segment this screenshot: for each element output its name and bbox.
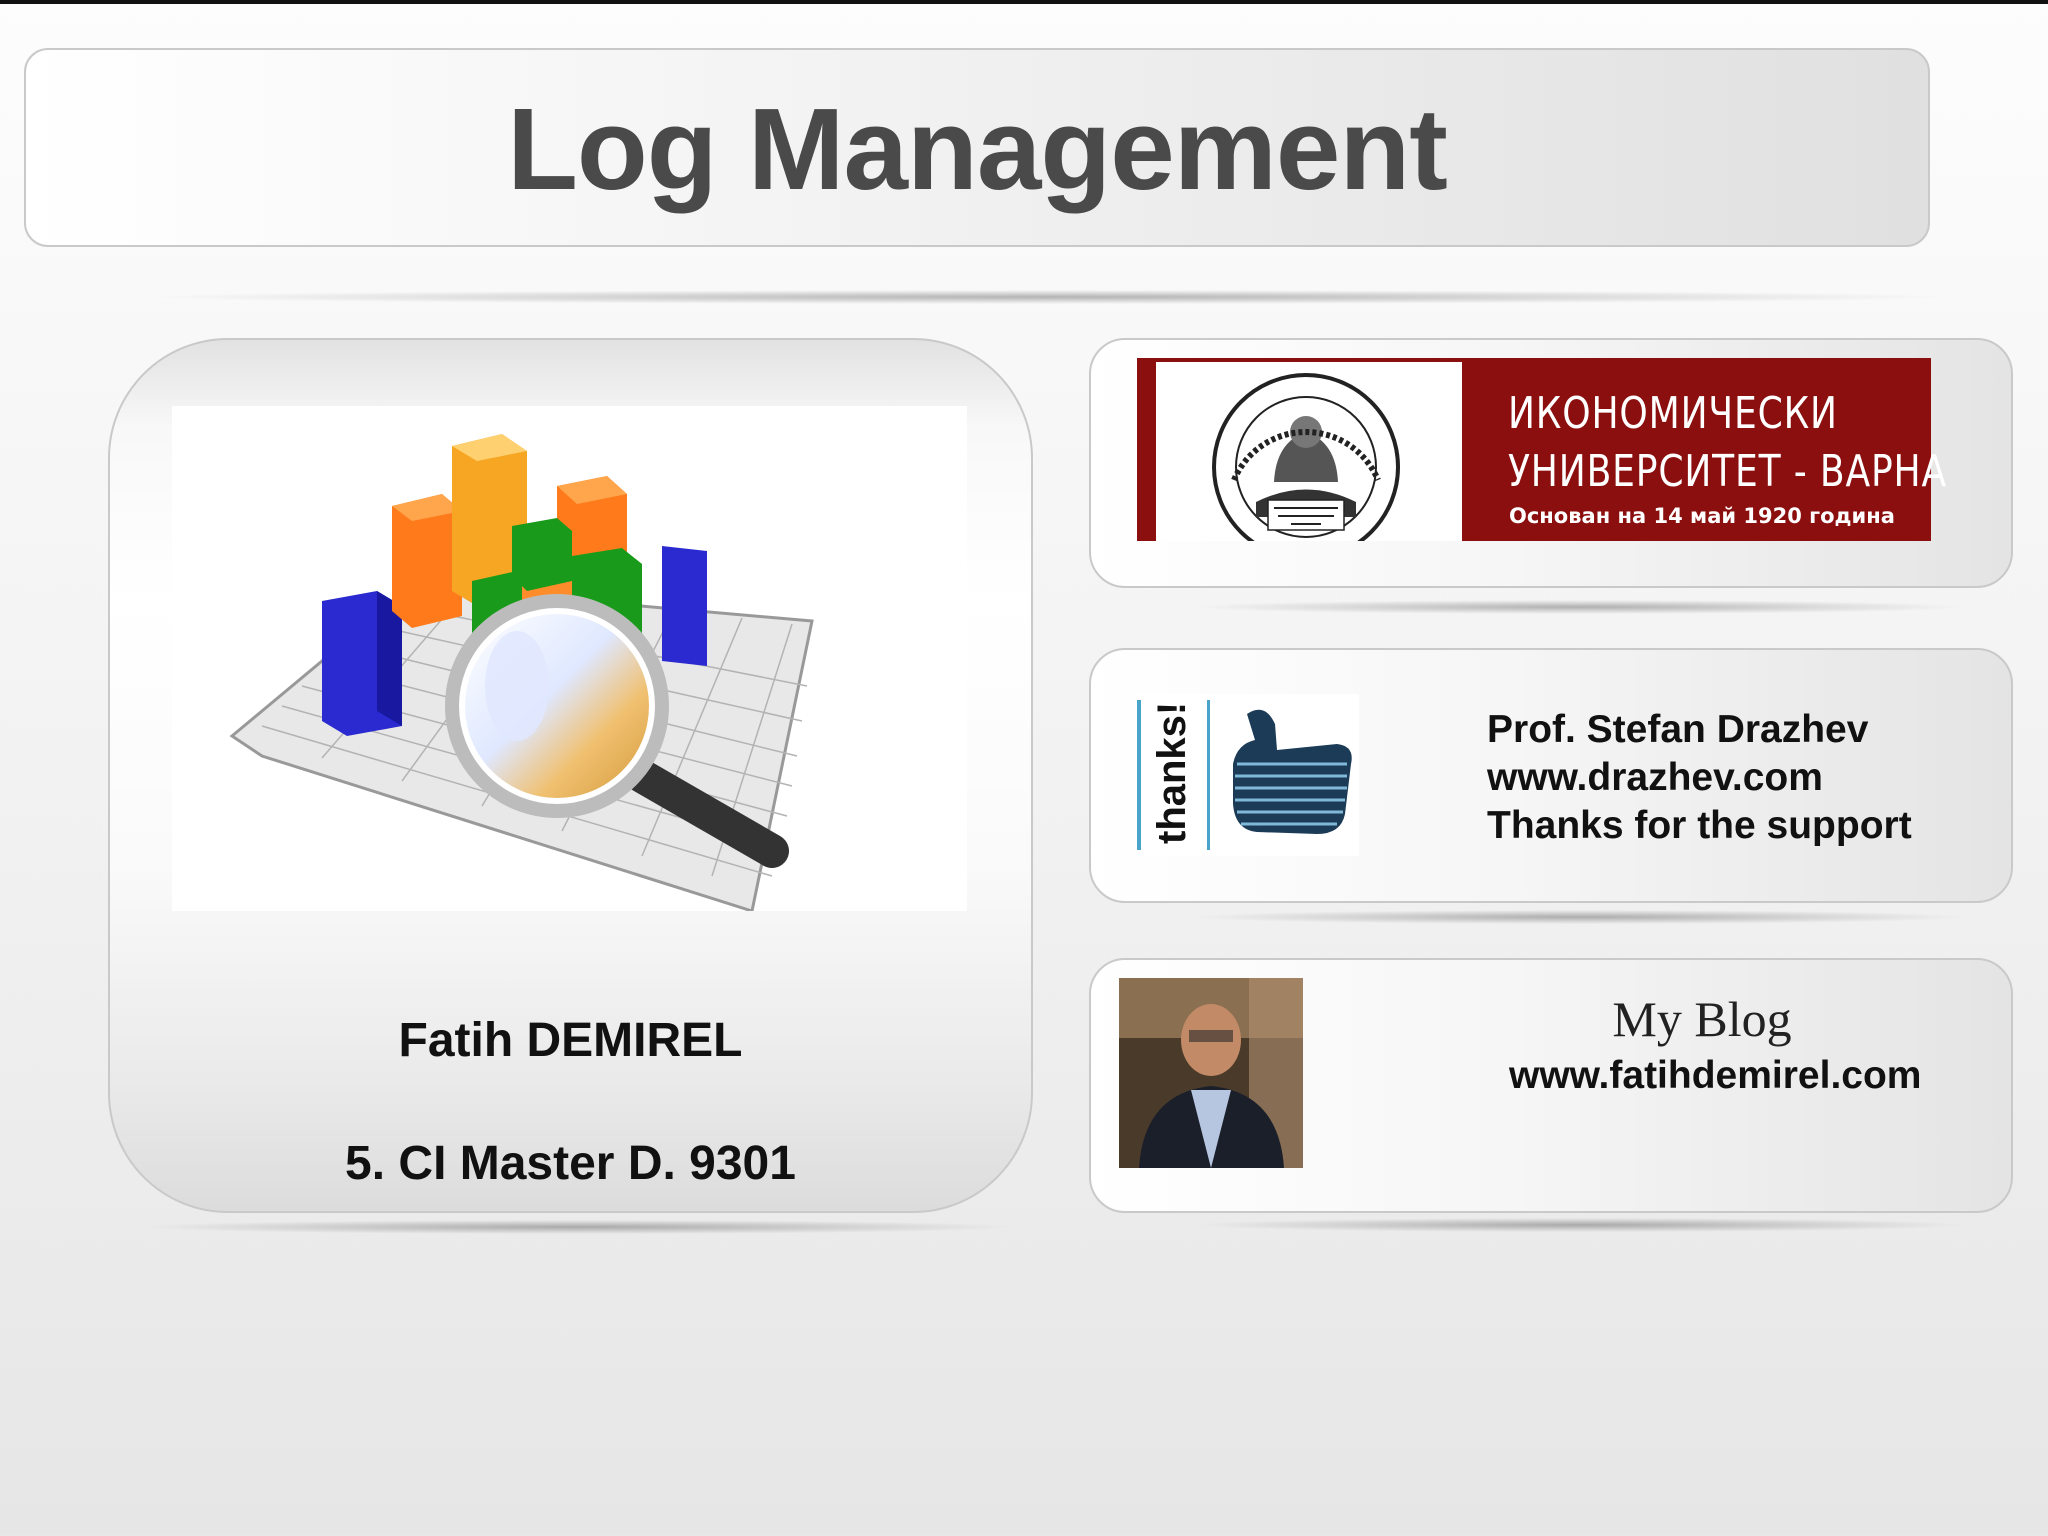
blog-card: My Blog www.fatihdemirel.com (1089, 958, 2013, 1213)
blog-card-shadow (1200, 1218, 1960, 1232)
author-card-shadow (148, 1220, 1008, 1234)
3d-bar-chart-magnifier-icon (172, 406, 967, 913)
university-name-line2: УНИВЕРСИТЕТ - ВАРНА (1508, 446, 1948, 497)
university-seal-icon (1156, 362, 1462, 541)
thumbs-up-thanks-icon: thanks! (1137, 694, 1359, 856)
university-card: ИКОНОМИЧЕСКИ УНИВЕРСИТЕТ - ВАРНА Основан… (1089, 338, 2013, 588)
university-name-line1: ИКОНОМИЧЕСКИ (1508, 388, 1838, 439)
university-founded: Основан на 14 май 1920 година (1509, 504, 1895, 528)
blog-title: My Blog (1612, 991, 1792, 1047)
divider-shadow (160, 290, 1940, 304)
svg-text:thanks!: thanks! (1150, 702, 1194, 844)
university-card-shadow (1200, 600, 1960, 614)
blog-website: www.fatihdemirel.com (1509, 1054, 1922, 1097)
author-id: 5. CI Master D. 9301 (345, 1137, 796, 1190)
slide-title: Log Management (507, 84, 1448, 214)
author-card: Fatih DEMIREL 5. CI Master D. 9301 (108, 338, 1033, 1213)
top-border (0, 0, 2048, 4)
author-name: Fatih DEMIREL (398, 1014, 743, 1067)
university-banner: ИКОНОМИЧЕСКИ УНИВЕРСИТЕТ - ВАРНА Основан… (1137, 358, 1946, 541)
professor-card: thanks! Prof. Stefan Drazhev www.drazhev… (1089, 648, 2013, 903)
professor-name: Prof. Stefan Drazhev (1487, 708, 1869, 751)
professor-thanks-text: Thanks for the support (1487, 804, 1912, 847)
title-panel: Log Management (24, 48, 1930, 247)
professor-card-shadow (1200, 910, 1960, 924)
professor-website: www.drazhev.com (1487, 756, 1823, 799)
